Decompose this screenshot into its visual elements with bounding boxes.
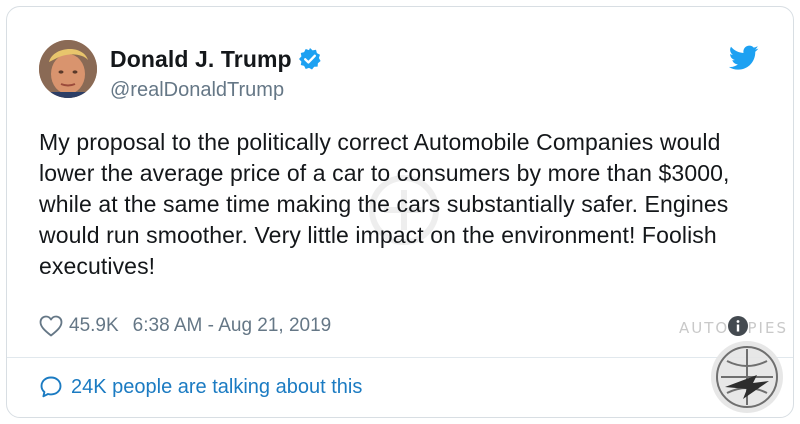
verified-badge-icon <box>298 47 322 71</box>
tweet-timestamp[interactable]: 6:38 AM - Aug 21, 2019 <box>133 315 332 337</box>
info-icon[interactable] <box>727 315 749 337</box>
author-display-name[interactable]: Donald J. Trump <box>110 46 292 73</box>
speech-bubble-icon <box>39 375 63 399</box>
talking-link[interactable]: 24K people are talking about this <box>39 373 362 401</box>
watermark-globe-logo <box>707 337 787 417</box>
tweet-meta-row: 45.9K 6:38 AM - Aug 21, 2019 <box>39 313 331 339</box>
tweet-card: Donald J. Trump @realDonaldTrump My prop… <box>6 6 794 418</box>
avatar[interactable] <box>39 40 97 98</box>
talking-label: 24K people are talking about this <box>71 375 363 398</box>
divider <box>7 357 793 358</box>
twitter-bird-icon[interactable] <box>728 45 759 71</box>
like-count[interactable]: 45.9K <box>69 315 119 337</box>
author-handle[interactable]: @realDonaldTrump <box>110 79 284 102</box>
profile-photo-icon <box>39 40 97 98</box>
heart-icon[interactable] <box>39 315 63 337</box>
tweet-text: My proposal to the politically correct A… <box>39 129 730 279</box>
author-name-row: Donald J. Trump <box>110 44 322 74</box>
